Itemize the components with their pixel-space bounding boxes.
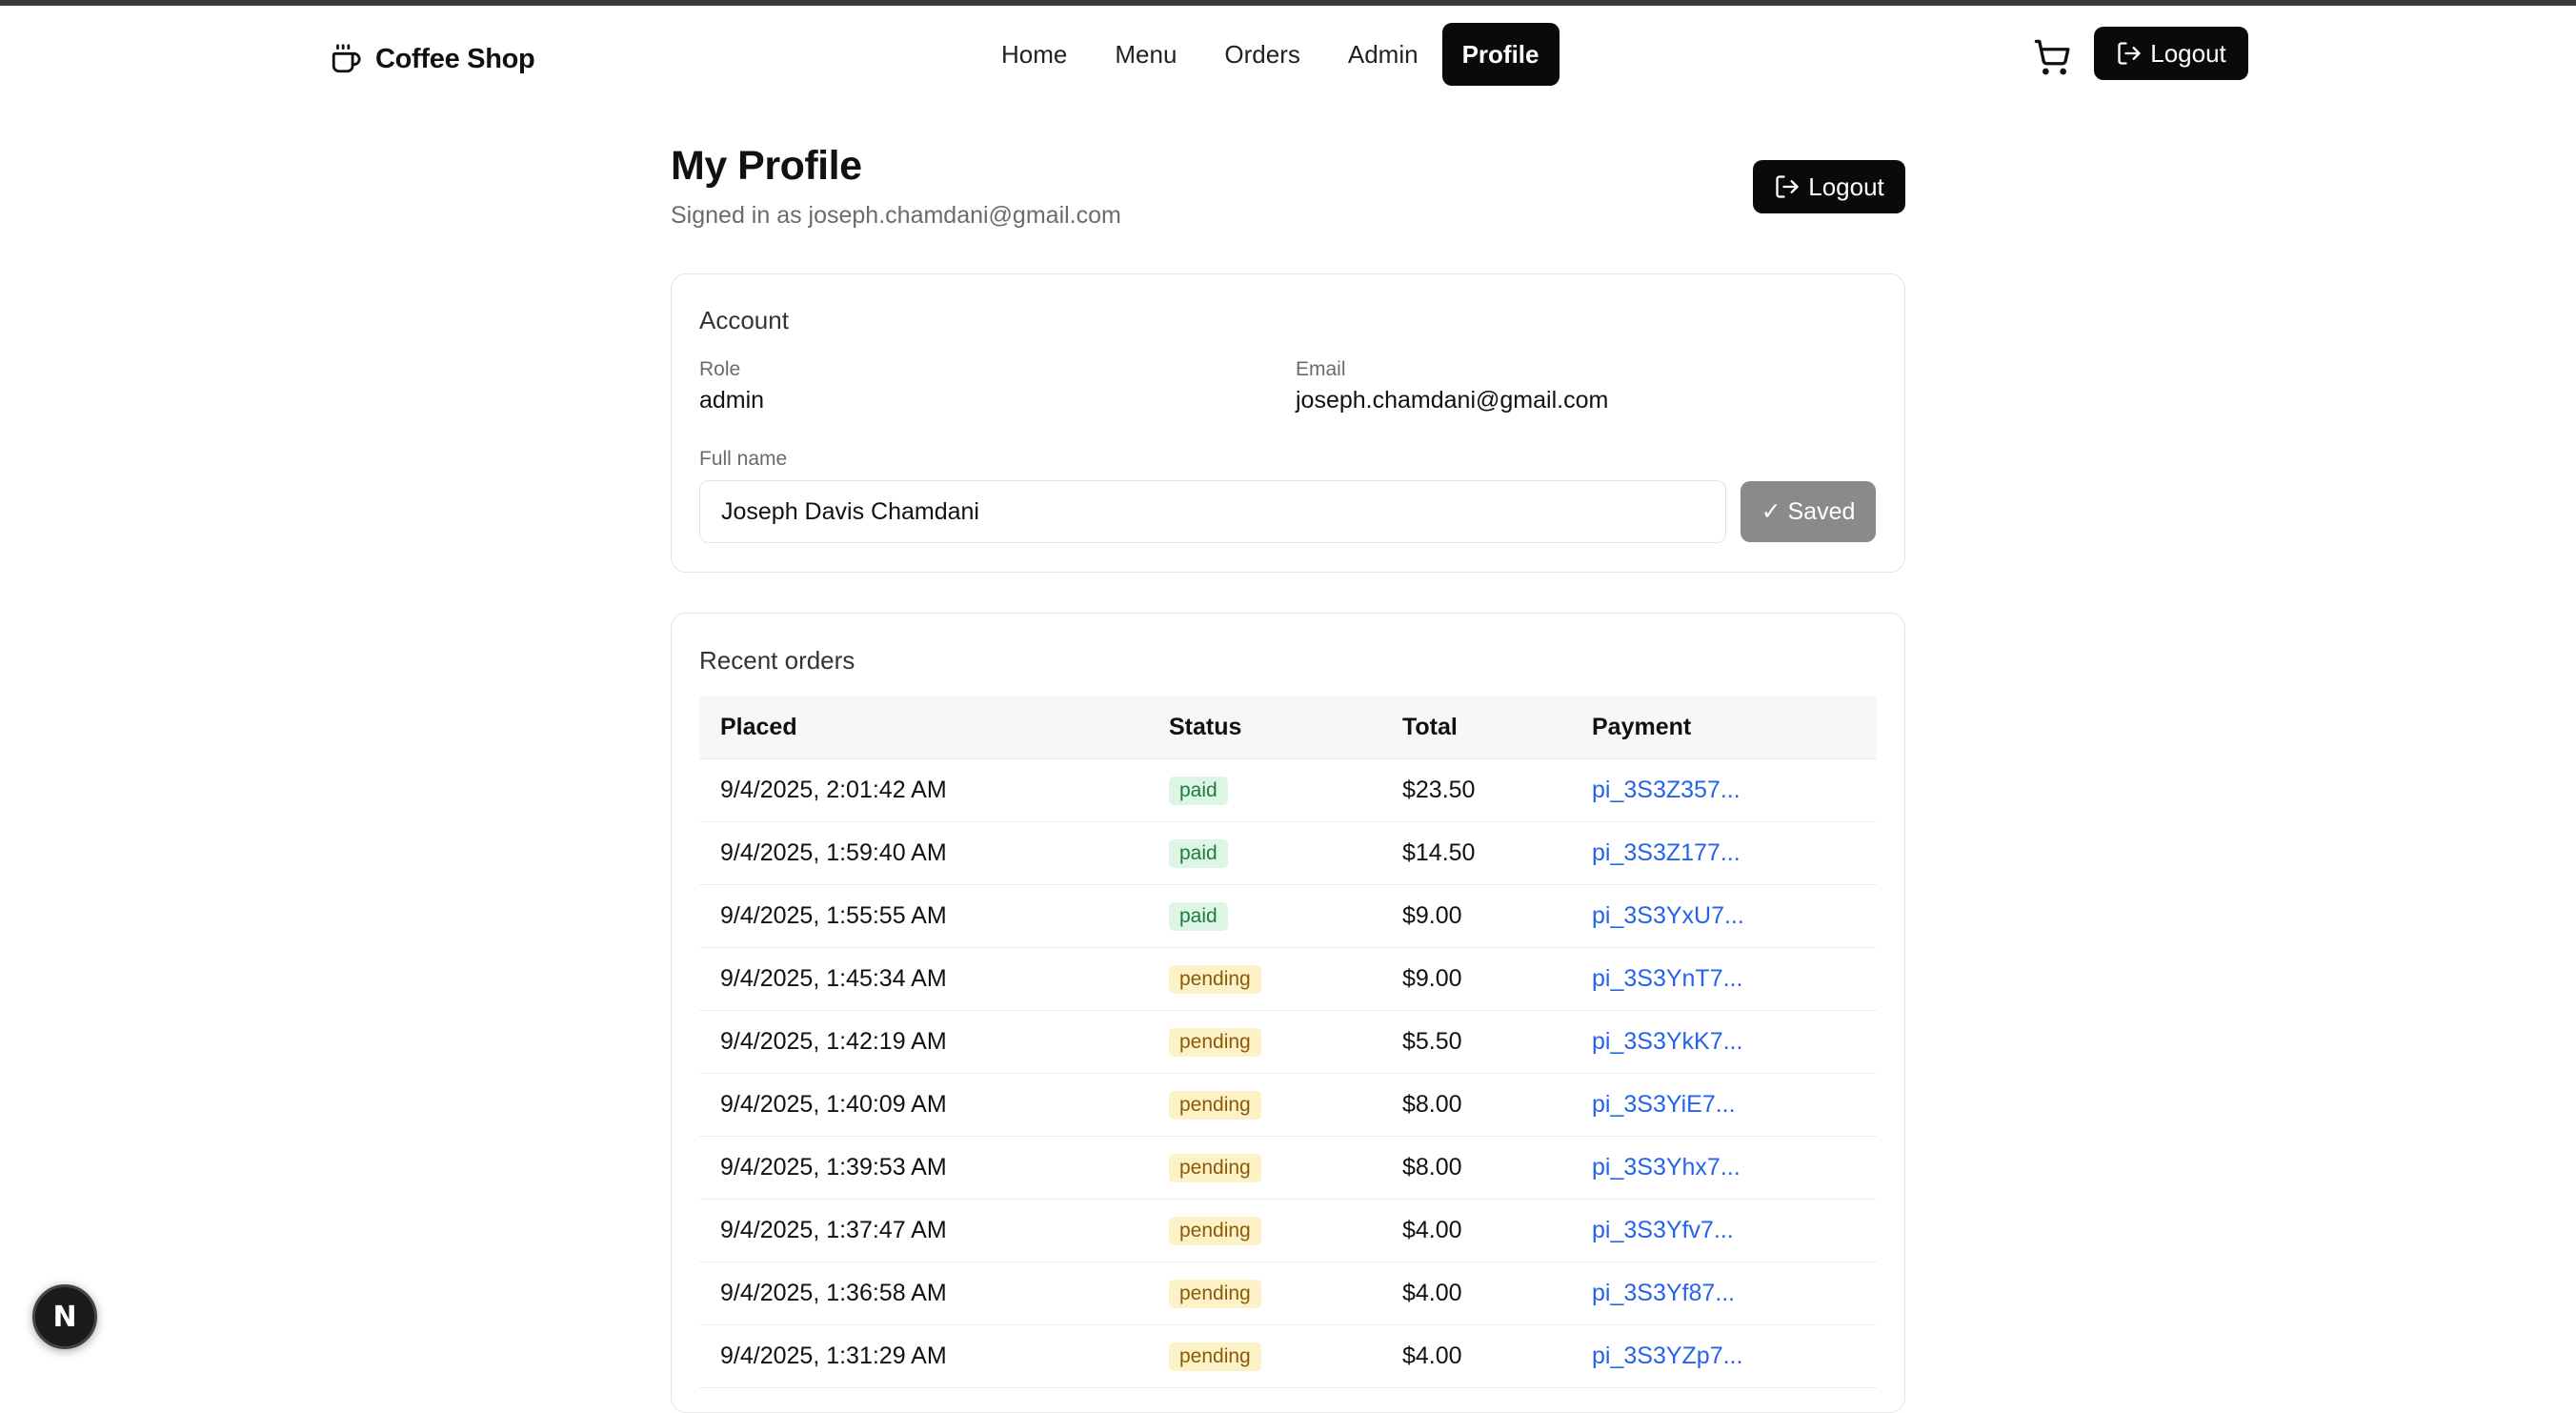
site-header: Coffee Shop Home Menu Orders Admin Profi…	[0, 6, 2576, 101]
status-badge: pending	[1169, 965, 1261, 994]
payment-link[interactable]: pi_3S3YxU7...	[1592, 885, 1744, 946]
order-placed: 9/4/2025, 1:40:09 AM	[720, 1091, 947, 1118]
table-row: 9/4/2025, 1:55:55 AM paid $9.00 pi_3S3YxU7.…	[699, 885, 1877, 948]
status-badge: pending	[1169, 1091, 1261, 1120]
status-badge: paid	[1169, 839, 1228, 868]
saved-button[interactable]: ✓ Saved	[1741, 481, 1876, 542]
coffee-cup-icon	[332, 44, 361, 73]
recent-orders-card: Recent orders Placed Status Total Paymen…	[671, 613, 1905, 1413]
table-row: 9/4/2025, 1:40:09 AM pending $8.00 pi_3S3Yi…	[699, 1074, 1877, 1137]
cart-button[interactable]	[2033, 38, 2071, 76]
brand-name: Coffee Shop	[375, 43, 535, 74]
order-total: $14.50	[1402, 839, 1476, 866]
signed-in-text: Signed in as joseph.chamdani@gmail.com	[671, 202, 1121, 229]
header-logout-button[interactable]: Logout	[2094, 27, 2248, 80]
full-name-label: Full name	[699, 448, 788, 470]
order-total: $8.00	[1402, 1091, 1462, 1118]
order-placed: 9/4/2025, 1:45:34 AM	[720, 965, 947, 992]
status-badge: pending	[1169, 1154, 1261, 1182]
column-header-total: Total	[1402, 714, 1458, 740]
table-row: 9/4/2025, 1:59:40 AM paid $14.50 pi_3S3Z177…	[699, 822, 1877, 885]
order-placed: 9/4/2025, 2:01:42 AM	[720, 777, 947, 803]
nav-orders[interactable]: Orders	[1200, 23, 1323, 86]
table-row: 9/4/2025, 1:39:53 AM pending $8.00 pi_3S3Yh…	[699, 1137, 1877, 1200]
order-total: $4.00	[1402, 1280, 1462, 1306]
payment-link[interactable]: pi_3S3Yf87...	[1592, 1262, 1735, 1323]
table-body: 9/4/2025, 2:01:42 AM paid $23.50 pi_3S3Z357…	[699, 759, 1877, 1388]
order-placed: 9/4/2025, 1:37:47 AM	[720, 1217, 947, 1243]
order-placed: 9/4/2025, 1:36:58 AM	[720, 1280, 947, 1306]
table-row: 9/4/2025, 1:42:19 AM pending $5.50 pi_3S3Yk…	[699, 1011, 1877, 1074]
status-badge: pending	[1169, 1280, 1261, 1308]
order-total: $5.50	[1402, 1028, 1462, 1055]
order-total: $8.00	[1402, 1154, 1462, 1181]
order-placed: 9/4/2025, 1:39:53 AM	[720, 1154, 947, 1181]
nav-profile[interactable]: Profile	[1441, 23, 1560, 86]
main-nav: Home Menu Orders Admin Profile	[977, 23, 1560, 86]
next-logo-icon: N	[52, 1300, 77, 1334]
payment-link[interactable]: pi_3S3Z357...	[1592, 759, 1741, 820]
order-total: $4.00	[1402, 1217, 1462, 1243]
status-badge: paid	[1169, 777, 1228, 805]
nav-home[interactable]: Home	[977, 23, 1091, 86]
payment-link[interactable]: pi_3S3YiE7...	[1592, 1074, 1736, 1135]
shopping-cart-icon	[2034, 39, 2070, 75]
logout-icon	[1776, 175, 1799, 198]
profile-logout-button[interactable]: Logout	[1753, 160, 1905, 213]
nav-admin[interactable]: Admin	[1324, 23, 1442, 86]
table-row: 9/4/2025, 1:37:47 AM pending $4.00 pi_3S3Yf…	[699, 1200, 1877, 1262]
order-total: $23.50	[1402, 777, 1476, 803]
payment-link[interactable]: pi_3S3Yfv7...	[1592, 1200, 1734, 1261]
order-placed: 9/4/2025, 1:55:55 AM	[720, 902, 947, 929]
column-header-placed: Placed	[720, 714, 797, 740]
column-header-payment: Payment	[1592, 714, 1692, 740]
payment-link[interactable]: pi_3S3Yhx7...	[1592, 1137, 1741, 1198]
brand-logo[interactable]: Coffee Shop	[330, 32, 535, 86]
table-row: 9/4/2025, 1:31:29 AM pending $4.00 pi_3S3YZ…	[699, 1325, 1877, 1388]
status-badge: pending	[1169, 1217, 1261, 1245]
status-badge: pending	[1169, 1342, 1261, 1371]
full-name-input[interactable]	[699, 480, 1726, 543]
table-header: Placed Status Total Payment	[699, 696, 1877, 759]
payment-link[interactable]: pi_3S3Z177...	[1592, 822, 1741, 883]
order-placed: 9/4/2025, 1:31:29 AM	[720, 1342, 947, 1369]
table-row: 9/4/2025, 1:36:58 AM pending $4.00 pi_3S3Yf…	[699, 1262, 1877, 1325]
recent-orders-title: Recent orders	[699, 646, 855, 675]
orders-table: Placed Status Total Payment 9/4/2025, 2:…	[699, 696, 1877, 1388]
table-row: 9/4/2025, 1:45:34 AM pending $9.00 pi_3S3Yn…	[699, 948, 1877, 1011]
header-logout-label: Logout	[2150, 38, 2226, 68]
order-total: $4.00	[1402, 1342, 1462, 1369]
role-value: admin	[699, 387, 765, 414]
logout-icon	[2118, 42, 2141, 65]
account-card: Account Role admin Email joseph.chamdani…	[671, 273, 1905, 573]
nav-menu[interactable]: Menu	[1091, 23, 1200, 86]
payment-link[interactable]: pi_3S3YZp7...	[1592, 1325, 1742, 1386]
column-header-status: Status	[1169, 714, 1242, 740]
table-row: 9/4/2025, 2:01:42 AM paid $23.50 pi_3S3Z357…	[699, 759, 1877, 822]
email-label: Email	[1296, 358, 1346, 380]
role-label: Role	[699, 358, 741, 380]
status-badge: pending	[1169, 1028, 1261, 1057]
payment-link[interactable]: pi_3S3YkK7...	[1592, 1011, 1742, 1072]
profile-logout-label: Logout	[1808, 172, 1884, 201]
order-placed: 9/4/2025, 1:59:40 AM	[720, 839, 947, 866]
next-dev-tools-button[interactable]: N	[32, 1284, 97, 1349]
page-title: My Profile	[671, 143, 862, 189]
account-title: Account	[699, 306, 789, 334]
email-value: joseph.chamdani@gmail.com	[1296, 387, 1609, 414]
order-total: $9.00	[1402, 965, 1462, 992]
status-badge: paid	[1169, 902, 1228, 931]
order-placed: 9/4/2025, 1:42:19 AM	[720, 1028, 947, 1055]
order-total: $9.00	[1402, 902, 1462, 929]
payment-link[interactable]: pi_3S3YnT7...	[1592, 948, 1742, 1009]
